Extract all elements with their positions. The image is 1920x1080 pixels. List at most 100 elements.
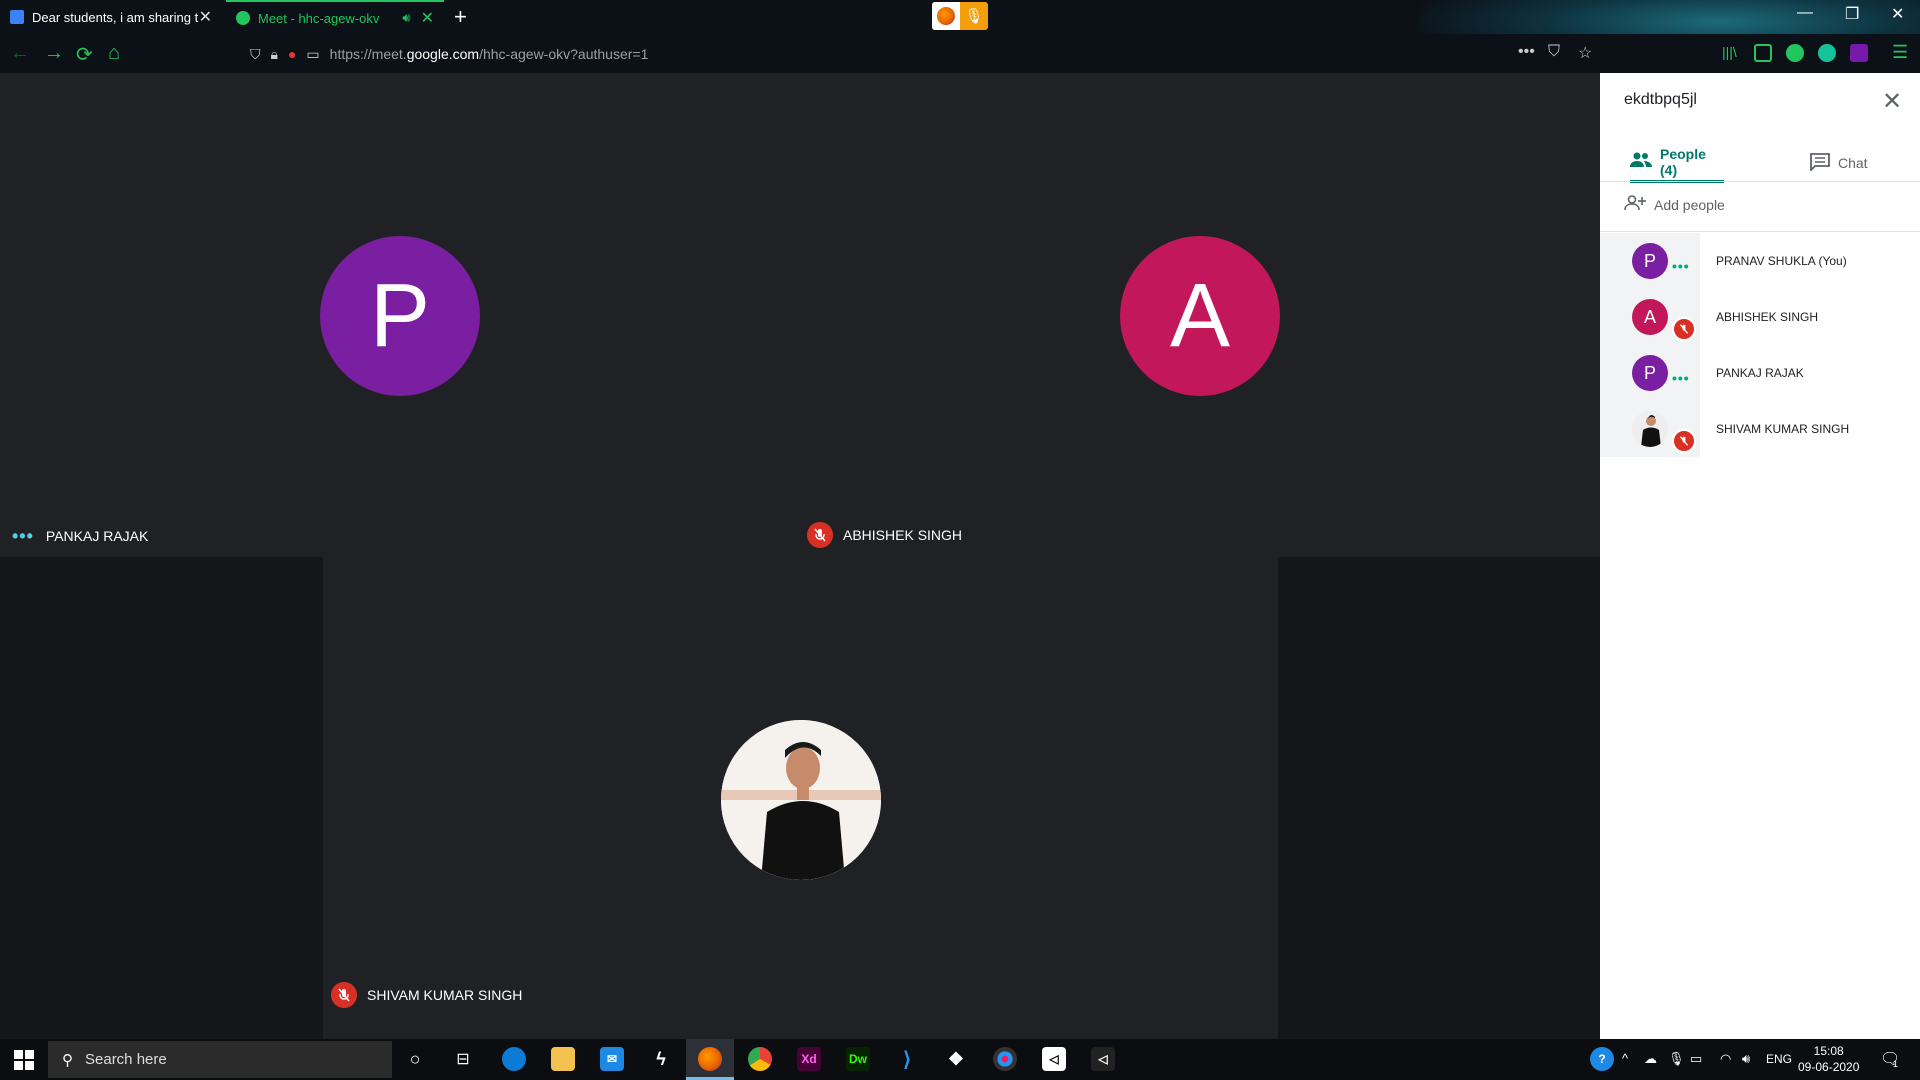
- reload-button[interactable]: ⟳: [76, 42, 93, 67]
- list-item[interactable]: P ••• PANKAJ RAJAK: [1600, 345, 1920, 401]
- windows-taskbar: ⚲ Search here ○ ⊟ ✉ ϟ Xd Dw ⟩ ❖ ◁ ◁ ? ^ …: [0, 1039, 1920, 1080]
- close-icon[interactable]: ✕: [1882, 87, 1902, 116]
- list-item[interactable]: A ABHISHEK SINGH: [1600, 289, 1920, 345]
- windows-start-button[interactable]: [14, 1050, 34, 1070]
- task-view-icon[interactable]: ⊟: [451, 1047, 475, 1071]
- avatar: A: [1120, 236, 1280, 396]
- classroom-icon: [10, 10, 24, 24]
- close-tab-icon[interactable]: ✕: [421, 8, 434, 28]
- tab-chat[interactable]: Chat: [1810, 143, 1868, 183]
- unity-icon[interactable]: ◁: [1042, 1047, 1066, 1071]
- lock-icon[interactable]: 🔒︎: [271, 46, 278, 63]
- bookmark-star-icon[interactable]: ☆: [1578, 43, 1592, 63]
- mic-off-icon: [1672, 429, 1696, 453]
- add-people-label: Add people: [1654, 196, 1725, 213]
- firefox-icon[interactable]: [698, 1047, 722, 1071]
- sharing-indicator[interactable]: 🎙︎: [932, 2, 988, 30]
- divider: [1600, 181, 1920, 182]
- browser-tab-bar: Dear students, i am sharing th ✕ Meet - …: [0, 0, 1920, 73]
- list-item[interactable]: SHIVAM KUMAR SINGH: [1600, 401, 1920, 457]
- sidebar-icon[interactable]: [1754, 44, 1772, 62]
- participant-name: ABHISHEK SINGH: [843, 527, 963, 543]
- browser-tab-classroom[interactable]: Dear students, i am sharing th ✕: [0, 0, 222, 34]
- language-indicator[interactable]: ENG: [1766, 1052, 1792, 1066]
- dreamweaver-icon[interactable]: Dw: [846, 1047, 870, 1071]
- participant-tile[interactable]: P ••• PANKAJ RAJAK: [0, 73, 800, 557]
- back-button[interactable]: ←: [10, 42, 30, 65]
- volume-icon[interactable]: 🔊︎: [1742, 1051, 1750, 1067]
- microphone-permission-icon[interactable]: ●: [288, 46, 296, 62]
- list-item[interactable]: P ••• PRANAV SHUKLA (You): [1600, 233, 1920, 289]
- cloud-icon[interactable]: ☁: [1644, 1051, 1657, 1067]
- close-window-button[interactable]: ✕: [1891, 4, 1904, 24]
- file-explorer-icon[interactable]: [551, 1047, 575, 1071]
- minimize-button[interactable]: —: [1797, 4, 1813, 22]
- url-path: /hhc-agew-okv?authuser=1: [479, 46, 649, 62]
- mic-off-icon: [331, 982, 357, 1008]
- speaker-icon[interactable]: 🔊︎: [402, 10, 410, 26]
- edge-icon[interactable]: [502, 1047, 526, 1071]
- participant-name: PRANAV SHUKLA (You): [1716, 254, 1847, 268]
- grammarly-icon[interactable]: [1818, 44, 1836, 62]
- adobe-xd-icon[interactable]: Xd: [797, 1047, 821, 1071]
- page-actions-icon[interactable]: •••: [1518, 43, 1535, 61]
- help-icon[interactable]: ?: [1590, 1047, 1614, 1071]
- people-icon: [1630, 152, 1652, 171]
- meeting-stage: P ••• PANKAJ RAJAK A ABHISHEK SINGH SHIV…: [0, 73, 1600, 1039]
- dropbox-icon[interactable]: ❖: [944, 1047, 968, 1071]
- microphone-icon[interactable]: 🎙︎: [1668, 1051, 1685, 1067]
- onenote-icon[interactable]: [1850, 44, 1868, 62]
- speaking-indicator-icon: •••: [12, 526, 34, 546]
- taskbar-search[interactable]: ⚲ Search here: [48, 1041, 392, 1078]
- app-icon[interactable]: ϟ: [649, 1047, 673, 1071]
- extension-icon[interactable]: [1786, 44, 1804, 62]
- system-clock[interactable]: 15:08 09-06-2020: [1798, 1043, 1859, 1075]
- chevron-up-icon[interactable]: ^: [1622, 1051, 1628, 1066]
- pocket-icon[interactable]: ⛉: [1548, 43, 1560, 61]
- home-button[interactable]: ⌂: [108, 42, 120, 65]
- letterbox: [1278, 557, 1600, 1039]
- add-person-icon: [1624, 195, 1646, 214]
- mic-off-icon: [807, 522, 833, 548]
- new-tab-button[interactable]: +: [454, 4, 467, 30]
- participant-name-label: ABHISHEK SINGH: [807, 522, 962, 548]
- participant-name: PANKAJ RAJAK: [45, 528, 149, 544]
- vscode-icon[interactable]: ⟩: [895, 1047, 919, 1071]
- divider: [1600, 231, 1920, 232]
- clock-time: 15:08: [1813, 1044, 1844, 1058]
- library-icon[interactable]: |||\: [1722, 44, 1740, 62]
- address-bar[interactable]: ⛉ 🔒︎ ● ▭ https://meet. google.com/hhc-age…: [250, 40, 1530, 68]
- shield-icon[interactable]: ⛉: [250, 46, 261, 63]
- participant-tile[interactable]: SHIVAM KUMAR SINGH: [323, 557, 1278, 1039]
- mail-icon[interactable]: ✉: [600, 1047, 624, 1071]
- restore-button[interactable]: ❐: [1845, 4, 1859, 24]
- menu-icon[interactable]: ☰: [1892, 42, 1908, 63]
- profile-photo: [721, 720, 881, 880]
- url-host: google.com: [406, 46, 480, 62]
- screen-share-icon[interactable]: ▭: [306, 46, 319, 63]
- url-prefix: https://meet.: [329, 46, 407, 62]
- forward-button[interactable]: →: [44, 42, 64, 65]
- davinci-resolve-icon[interactable]: [993, 1047, 1017, 1071]
- chrome-icon[interactable]: [748, 1047, 772, 1071]
- firefox-icon: [932, 2, 960, 30]
- battery-icon[interactable]: ▭: [1690, 1051, 1702, 1067]
- participant-list: P ••• PRANAV SHUKLA (You) A ABHISHEK SIN…: [1600, 233, 1920, 457]
- tab-people[interactable]: People (4): [1630, 143, 1724, 183]
- speaking-indicator-icon: •••: [1672, 370, 1690, 386]
- avatar: P: [320, 236, 480, 396]
- unity-hub-icon[interactable]: ◁: [1091, 1047, 1115, 1071]
- participant-name: SHIVAM KUMAR SINGH: [1716, 422, 1850, 436]
- mic-off-icon: [1672, 317, 1696, 341]
- participant-tile[interactable]: A ABHISHEK SINGH: [800, 73, 1600, 557]
- close-tab-icon[interactable]: ✕: [199, 7, 212, 27]
- cortana-icon[interactable]: ○: [403, 1047, 427, 1071]
- participant-name-label: ••• PANKAJ RAJAK: [12, 527, 148, 545]
- meet-icon: [236, 11, 250, 25]
- wifi-icon[interactable]: ◠: [1720, 1051, 1731, 1067]
- participant-name: SHIVAM KUMAR SINGH: [367, 987, 523, 1003]
- add-people-button[interactable]: Add people: [1624, 195, 1725, 214]
- browser-nav-bar: ← → ⟳ ⌂ ⛉ 🔒︎ ● ▭ https://meet. google.com…: [0, 34, 1920, 73]
- browser-tab-meet[interactable]: Meet - hhc-agew-okv 🔊︎ ✕: [226, 0, 444, 34]
- participant-name-label: SHIVAM KUMAR SINGH: [331, 982, 522, 1008]
